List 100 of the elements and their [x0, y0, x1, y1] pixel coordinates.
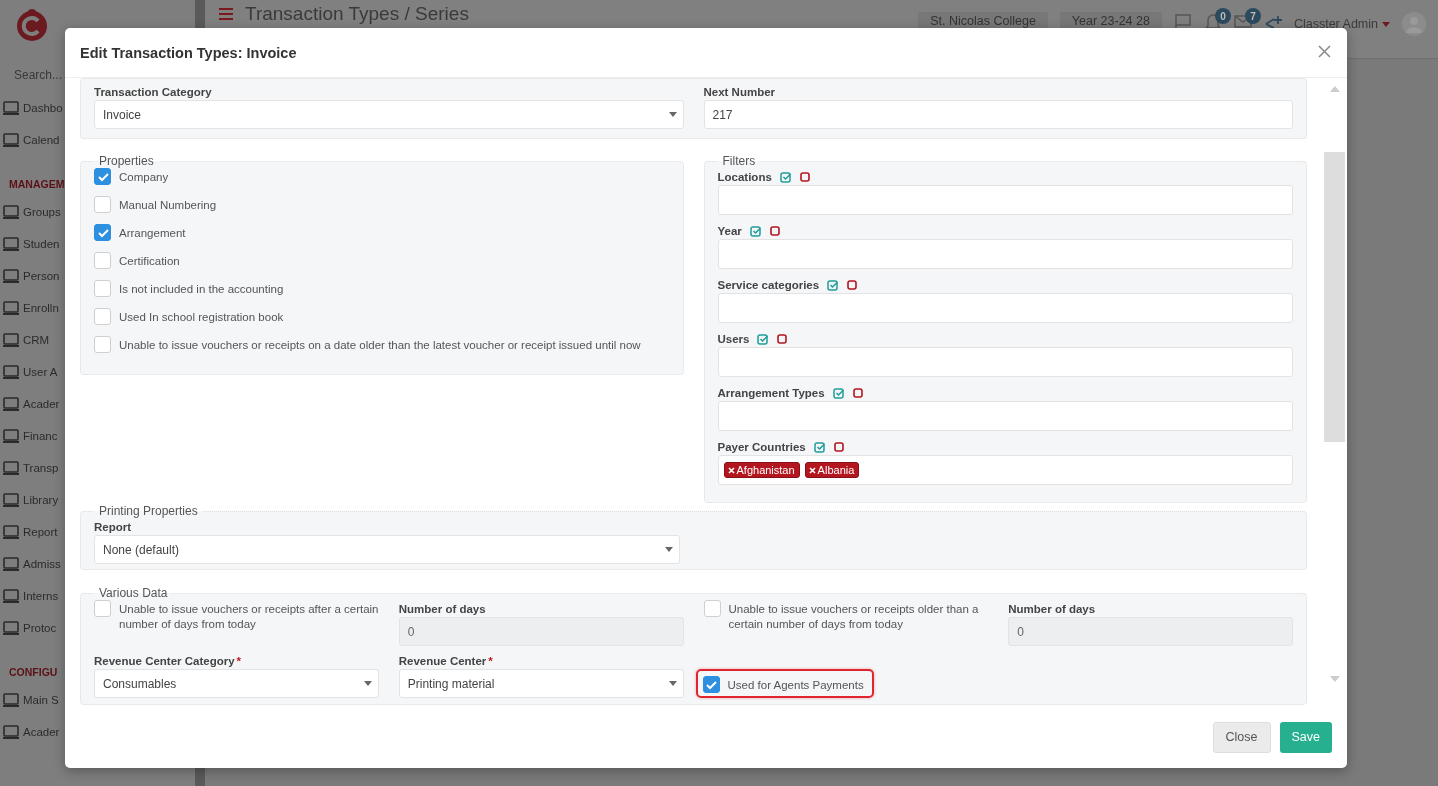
- select-field[interactable]: Printing material: [398, 669, 684, 698]
- checkbox-label: Manual Numbering: [119, 198, 217, 213]
- sidebar-icon: [3, 396, 19, 412]
- tag-input[interactable]: [717, 239, 1293, 269]
- square-icon[interactable]: [833, 441, 844, 452]
- tag-input[interactable]: [717, 347, 1293, 377]
- square-icon[interactable]: [799, 171, 810, 182]
- tag-input[interactable]: [717, 293, 1293, 323]
- sidebar-icon: [3, 556, 19, 572]
- square-icon[interactable]: [769, 225, 780, 236]
- check-icon: [705, 679, 717, 690]
- filter-label: Year: [717, 224, 742, 237]
- sidebar-item[interactable]: Library: [0, 484, 59, 516]
- sidebar-item[interactable]: Enrolln: [0, 292, 59, 324]
- text-input[interactable]: 217: [703, 100, 1293, 129]
- sidebar-item[interactable]: Acader: [0, 716, 60, 748]
- sidebar-icon: [3, 692, 19, 708]
- panel-legend: Printing Properties: [94, 504, 203, 518]
- sidebar-label: Protoc: [23, 622, 57, 634]
- square-icon[interactable]: [847, 279, 858, 290]
- sidebar-item[interactable]: Person: [0, 260, 60, 292]
- sidebar-item[interactable]: Dashbo: [0, 92, 63, 124]
- checkbox[interactable]: [702, 676, 720, 693]
- checked-square-icon[interactable]: [757, 332, 770, 345]
- dialog-title: Edit Transaction Types: Invoice: [80, 44, 297, 61]
- sidebar-label: Interns: [23, 590, 59, 602]
- caret-icon: [668, 681, 677, 686]
- tag[interactable]: Afghanistan: [723, 462, 800, 478]
- sidebar-item[interactable]: Acader: [0, 388, 60, 420]
- sidebar-icon: [3, 332, 19, 348]
- sidebar-item[interactable]: Interns: [0, 580, 59, 612]
- menu-icon: [219, 6, 233, 22]
- sidebar-icon: [3, 132, 19, 148]
- filter-label: Service categories: [717, 278, 820, 291]
- tag-input[interactable]: [717, 185, 1293, 215]
- checkbox[interactable]: [94, 308, 111, 325]
- checkbox-label: Unable to issue vouchers or receipts after a certain number of days from today: [119, 602, 379, 632]
- scroll-up-icon: [1329, 86, 1340, 92]
- checkbox[interactable]: [94, 196, 111, 213]
- select-field[interactable]: None (default): [94, 535, 680, 564]
- required-mark: *: [236, 654, 242, 667]
- sidebar-item[interactable]: Financ: [0, 420, 58, 452]
- bell-icon: [1203, 12, 1222, 30]
- scrollbar-thumb[interactable]: [1324, 152, 1345, 442]
- sidebar-label: Transp: [23, 462, 59, 474]
- sidebar-item[interactable]: Transp: [0, 452, 59, 484]
- checkbox[interactable]: [94, 336, 111, 353]
- panel-legend: Various Data: [94, 586, 173, 600]
- checkbox-label: Used for Agents Payments: [727, 678, 864, 693]
- remove-icon: [808, 466, 816, 474]
- checkbox[interactable]: [94, 280, 111, 297]
- sidebar-icon: [3, 268, 19, 284]
- search-field[interactable]: Search...: [12, 66, 64, 84]
- caret-icon: [1382, 20, 1390, 28]
- checked-square-icon[interactable]: [749, 224, 762, 237]
- sidebar-icon: [3, 100, 19, 116]
- sidebar-item[interactable]: Groups: [0, 196, 61, 228]
- sidebar-icon: [3, 236, 19, 252]
- sidebar-item[interactable]: Main S: [0, 684, 59, 716]
- sidebar-item[interactable]: Report: [0, 516, 58, 548]
- user-name[interactable]: Classter Admin: [1293, 17, 1378, 31]
- sidebar-label: Financ: [23, 430, 58, 442]
- sidebar-item[interactable]: Studen: [0, 228, 60, 260]
- sidebar-label: Main S: [23, 694, 59, 706]
- checkbox[interactable]: [94, 224, 111, 241]
- field-label: Revenue Center: [398, 654, 487, 667]
- filter-label: Payer Countries: [717, 440, 806, 453]
- checked-square-icon[interactable]: [832, 386, 845, 399]
- square-icon[interactable]: [777, 333, 788, 344]
- tag[interactable]: Albania: [804, 462, 860, 478]
- tag-input[interactable]: [717, 401, 1293, 431]
- caret-icon: [665, 547, 673, 552]
- checkbox[interactable]: [94, 252, 111, 269]
- sidebar-label: Library: [23, 494, 59, 506]
- sidebar-label: Enrolln: [23, 302, 59, 314]
- checked-square-icon[interactable]: [779, 170, 792, 183]
- select-field[interactable]: Consumables: [94, 669, 379, 698]
- checkbox[interactable]: [94, 168, 111, 185]
- sidebar-icon: [3, 460, 19, 476]
- checked-square-icon[interactable]: [813, 440, 826, 453]
- sidebar-item[interactable]: Admiss: [0, 548, 61, 580]
- select-field[interactable]: Invoice: [94, 100, 684, 129]
- checkbox[interactable]: [94, 600, 111, 617]
- sidebar-item[interactable]: Protoc: [0, 612, 57, 644]
- logo-icon: [14, 8, 50, 44]
- sidebar-icon: [3, 204, 19, 220]
- sidebar-label: Person: [23, 270, 60, 282]
- envelope-icon: [1233, 12, 1252, 30]
- close-button[interactable]: Close: [1212, 721, 1271, 753]
- check-icon: [96, 227, 109, 238]
- save-button[interactable]: Save: [1279, 721, 1332, 753]
- sidebar-item[interactable]: Calend: [0, 124, 60, 156]
- checked-square-icon[interactable]: [827, 278, 840, 291]
- sidebar-section-title: CONFIGU: [8, 665, 58, 680]
- sidebar-item[interactable]: User A: [0, 356, 58, 388]
- checkbox[interactable]: [703, 600, 721, 617]
- square-icon[interactable]: [852, 387, 863, 398]
- tag-input[interactable]: Afghanistan Albania: [717, 455, 1293, 485]
- sidebar-item[interactable]: CRM: [0, 324, 50, 356]
- page-title: Transaction Types / Series: [245, 3, 469, 25]
